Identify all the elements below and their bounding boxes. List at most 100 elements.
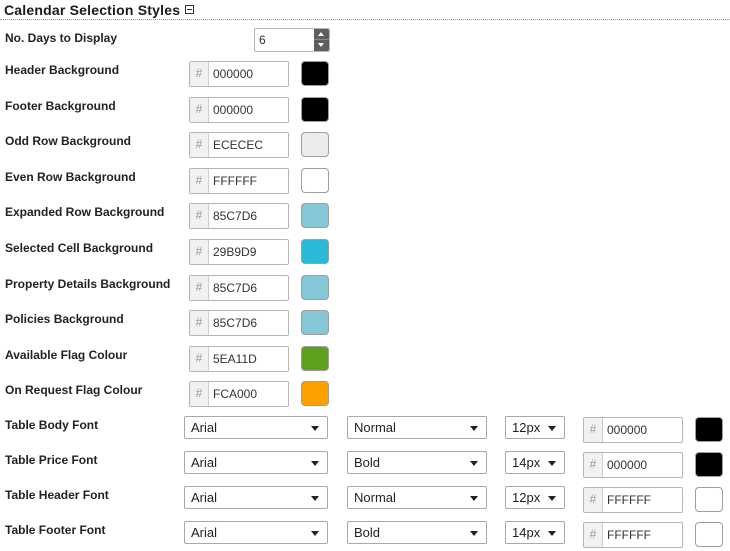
font-hex-input[interactable] <box>604 453 682 477</box>
font-label: Table Footer Font <box>5 523 106 537</box>
font-row: Table Price Font Arial Bold 14px # <box>0 450 730 480</box>
hex-field[interactable]: # <box>189 132 289 158</box>
hex-input[interactable] <box>210 62 288 86</box>
font-family-value: Arial <box>191 455 218 470</box>
color-swatch[interactable] <box>301 239 329 264</box>
hash-prefix: # <box>190 240 209 264</box>
hex-input[interactable] <box>210 204 288 228</box>
font-weight-select[interactable]: Normal <box>347 486 487 509</box>
hash-prefix: # <box>190 133 209 157</box>
font-color-swatch[interactable] <box>695 452 723 477</box>
color-label: Available Flag Colour <box>5 348 128 362</box>
font-label: Table Body Font <box>5 418 99 432</box>
hex-field[interactable]: # <box>189 381 289 407</box>
font-weight-select[interactable]: Normal <box>347 416 487 439</box>
font-family-select[interactable]: Arial <box>184 416 328 439</box>
hex-field[interactable]: # <box>189 203 289 229</box>
font-hex-field[interactable]: # <box>583 522 683 548</box>
font-weight-select[interactable]: Bold <box>347 521 487 544</box>
hex-field[interactable]: # <box>189 346 289 372</box>
section-header: Calendar Selection Styles <box>0 0 730 20</box>
font-label: Table Header Font <box>5 488 109 502</box>
hash-prefix: # <box>584 523 603 547</box>
hex-field[interactable]: # <box>189 310 289 336</box>
collapse-icon[interactable] <box>185 5 194 14</box>
days-row: No. Days to Display <box>0 28 730 58</box>
font-family-select[interactable]: Arial <box>184 486 328 509</box>
hex-input[interactable] <box>210 276 288 300</box>
font-family-select[interactable]: Arial <box>184 451 328 474</box>
chevron-down-icon <box>311 426 319 431</box>
font-weight-value: Bold <box>354 525 381 540</box>
hex-input[interactable] <box>210 133 288 157</box>
font-row: Table Header Font Arial Normal 12px # <box>0 485 730 515</box>
hex-field[interactable]: # <box>189 97 289 123</box>
font-family-select[interactable]: Arial <box>184 521 328 544</box>
color-row: Header Background # <box>0 60 730 90</box>
hex-input[interactable] <box>210 382 288 406</box>
color-swatch[interactable] <box>301 168 329 193</box>
font-weight-select[interactable]: Bold <box>347 451 487 474</box>
spin-up-icon[interactable] <box>314 29 329 40</box>
hex-field[interactable]: # <box>189 239 289 265</box>
days-spinner[interactable] <box>254 28 330 52</box>
font-size-value: 12px <box>512 420 541 435</box>
font-size-value: 14px <box>512 455 541 470</box>
hex-input[interactable] <box>210 240 288 264</box>
hex-input[interactable] <box>210 311 288 335</box>
chevron-down-icon <box>470 461 478 466</box>
color-swatch[interactable] <box>301 381 329 406</box>
color-swatch[interactable] <box>301 346 329 371</box>
font-color-swatch[interactable] <box>695 417 723 442</box>
font-size-value: 12px <box>512 490 541 505</box>
font-size-select[interactable]: 12px <box>505 416 565 439</box>
font-hex-input[interactable] <box>604 523 682 547</box>
hex-input[interactable] <box>210 347 288 371</box>
font-color-swatch[interactable] <box>695 487 723 512</box>
chevron-down-icon <box>548 496 556 501</box>
color-label: Header Background <box>5 63 120 77</box>
font-color-swatch[interactable] <box>695 522 723 547</box>
color-row: Footer Background # <box>0 96 730 126</box>
font-hex-field[interactable]: # <box>583 452 683 478</box>
hex-field[interactable]: # <box>189 275 289 301</box>
font-family-value: Arial <box>191 490 218 505</box>
hash-prefix: # <box>190 204 209 228</box>
days-label: No. Days to Display <box>5 31 118 45</box>
color-swatch[interactable] <box>301 61 329 86</box>
chevron-down-icon <box>548 531 556 536</box>
font-family-value: Arial <box>191 525 218 540</box>
color-row: Odd Row Background # <box>0 131 730 161</box>
color-swatch[interactable] <box>301 97 329 122</box>
chevron-down-icon <box>548 461 556 466</box>
hex-field[interactable]: # <box>189 168 289 194</box>
color-label: Expanded Row Background <box>5 205 165 219</box>
font-size-select[interactable]: 14px <box>505 521 565 544</box>
color-swatch[interactable] <box>301 132 329 157</box>
color-row: Even Row Background # <box>0 167 730 197</box>
hash-prefix: # <box>584 418 603 442</box>
color-row: Policies Background # <box>0 309 730 339</box>
font-hex-input[interactable] <box>604 488 682 512</box>
color-swatch[interactable] <box>301 203 329 228</box>
font-hex-field[interactable]: # <box>583 417 683 443</box>
chevron-down-icon <box>470 531 478 536</box>
font-size-select[interactable]: 14px <box>505 451 565 474</box>
days-input[interactable] <box>255 29 315 51</box>
color-swatch[interactable] <box>301 275 329 300</box>
color-swatch[interactable] <box>301 310 329 335</box>
spin-down-icon[interactable] <box>314 40 329 51</box>
font-hex-input[interactable] <box>604 418 682 442</box>
section-title: Calendar Selection Styles <box>4 2 181 18</box>
color-label: Even Row Background <box>5 170 136 184</box>
font-hex-field[interactable]: # <box>583 487 683 513</box>
color-row: Available Flag Colour # <box>0 345 730 375</box>
hash-prefix: # <box>190 382 209 406</box>
hex-field[interactable]: # <box>189 61 289 87</box>
font-size-select[interactable]: 12px <box>505 486 565 509</box>
hex-input[interactable] <box>210 169 288 193</box>
chevron-down-icon <box>470 426 478 431</box>
color-label: On Request Flag Colour <box>5 383 143 397</box>
hex-input[interactable] <box>210 98 288 122</box>
font-row: Table Body Font Arial Normal 12px # <box>0 415 730 445</box>
